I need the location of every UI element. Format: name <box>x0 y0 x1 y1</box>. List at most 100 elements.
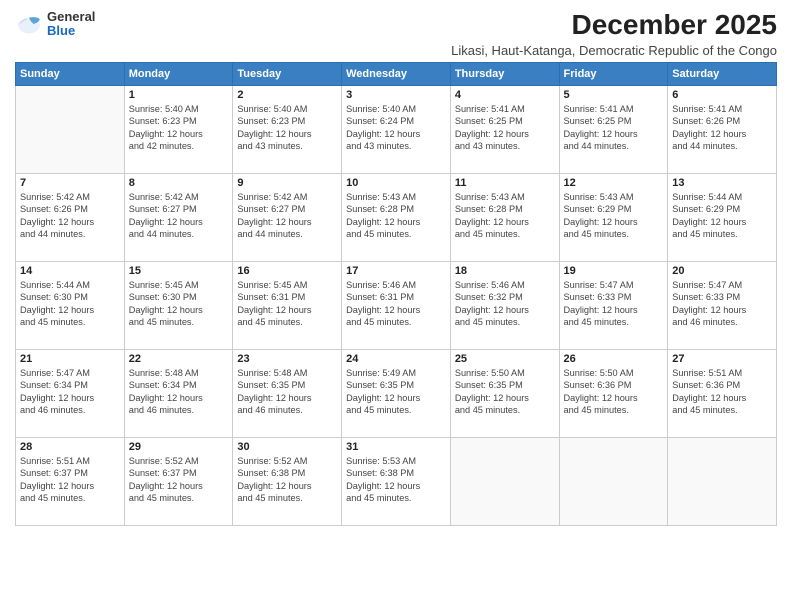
calendar-cell: 13 Sunrise: 5:44 AM Sunset: 6:29 PM Dayli… <box>668 173 777 261</box>
logo-blue: Blue <box>47 23 75 38</box>
day-number: 29 <box>129 441 229 453</box>
day-info: Sunrise: 5:41 AM Sunset: 6:25 PM Dayligh… <box>455 103 555 153</box>
logo-general: General <box>47 9 95 24</box>
col-tuesday: Tuesday <box>233 62 342 85</box>
day-info: Sunrise: 5:50 AM Sunset: 6:35 PM Dayligh… <box>455 367 555 417</box>
day-info: Sunrise: 5:50 AM Sunset: 6:36 PM Dayligh… <box>564 367 664 417</box>
calendar-cell: 11 Sunrise: 5:43 AM Sunset: 6:28 PM Dayli… <box>450 173 559 261</box>
calendar-cell: 29 Sunrise: 5:52 AM Sunset: 6:37 PM Dayli… <box>124 437 233 525</box>
day-info: Sunrise: 5:52 AM Sunset: 6:37 PM Dayligh… <box>129 455 229 505</box>
col-monday: Monday <box>124 62 233 85</box>
day-info: Sunrise: 5:46 AM Sunset: 6:32 PM Dayligh… <box>455 279 555 329</box>
day-number: 13 <box>672 177 772 189</box>
day-number: 23 <box>237 353 337 365</box>
day-number: 30 <box>237 441 337 453</box>
calendar-week-1: 1 Sunrise: 5:40 AM Sunset: 6:23 PM Daylig… <box>16 85 777 173</box>
calendar-cell: 26Sunrise: 5:50 AM Sunset: 6:36 PM Dayli… <box>559 349 668 437</box>
calendar-cell: 9 Sunrise: 5:42 AM Sunset: 6:27 PM Daylig… <box>233 173 342 261</box>
day-info: Sunrise: 5:45 AM Sunset: 6:31 PM Dayligh… <box>237 279 337 329</box>
calendar-cell: 6 Sunrise: 5:41 AM Sunset: 6:26 PM Daylig… <box>668 85 777 173</box>
day-number: 2 <box>237 89 337 101</box>
calendar-cell: 21Sunrise: 5:47 AM Sunset: 6:34 PM Dayli… <box>16 349 125 437</box>
day-number: 20 <box>672 265 772 277</box>
calendar-cell: 15 Sunrise: 5:45 AM Sunset: 6:30 PM Dayli… <box>124 261 233 349</box>
day-number: 22 <box>129 353 229 365</box>
day-info: Sunrise: 5:44 AM Sunset: 6:29 PM Dayligh… <box>672 191 772 241</box>
day-info: Sunrise: 5:42 AM Sunset: 6:27 PM Dayligh… <box>237 191 337 241</box>
day-info: Sunrise: 5:40 AM Sunset: 6:23 PM Dayligh… <box>129 103 229 153</box>
day-info: Sunrise: 5:40 AM Sunset: 6:24 PM Dayligh… <box>346 103 446 153</box>
calendar-cell: 31Sunrise: 5:53 AM Sunset: 6:38 PM Dayli… <box>342 437 451 525</box>
day-info: Sunrise: 5:47 AM Sunset: 6:33 PM Dayligh… <box>564 279 664 329</box>
calendar-cell: 23 Sunrise: 5:48 AM Sunset: 6:35 PM Dayli… <box>233 349 342 437</box>
day-number: 6 <box>672 89 772 101</box>
logo-text: General Blue <box>47 10 95 39</box>
logo-icon <box>15 10 43 38</box>
day-info: Sunrise: 5:49 AM Sunset: 6:35 PM Dayligh… <box>346 367 446 417</box>
day-number: 18 <box>455 265 555 277</box>
calendar-cell: 16 Sunrise: 5:45 AM Sunset: 6:31 PM Dayli… <box>233 261 342 349</box>
col-thursday: Thursday <box>450 62 559 85</box>
day-number: 19 <box>564 265 664 277</box>
calendar-cell: 24 Sunrise: 5:49 AM Sunset: 6:35 PM Dayli… <box>342 349 451 437</box>
day-info: Sunrise: 5:47 AM Sunset: 6:34 PM Dayligh… <box>20 367 120 417</box>
calendar-cell: 12Sunrise: 5:43 AM Sunset: 6:29 PM Dayli… <box>559 173 668 261</box>
calendar-week-3: 14 Sunrise: 5:44 AM Sunset: 6:30 PM Dayli… <box>16 261 777 349</box>
calendar-week-5: 28 Sunrise: 5:51 AM Sunset: 6:37 PM Dayli… <box>16 437 777 525</box>
day-info: Sunrise: 5:48 AM Sunset: 6:35 PM Dayligh… <box>237 367 337 417</box>
col-saturday: Saturday <box>668 62 777 85</box>
calendar-cell <box>16 85 125 173</box>
day-info: Sunrise: 5:43 AM Sunset: 6:29 PM Dayligh… <box>564 191 664 241</box>
logo: General Blue <box>15 10 95 39</box>
day-number: 27 <box>672 353 772 365</box>
day-number: 24 <box>346 353 446 365</box>
title-area: December 2025 Likasi, Haut-Katanga, Demo… <box>451 10 777 58</box>
day-info: Sunrise: 5:51 AM Sunset: 6:37 PM Dayligh… <box>20 455 120 505</box>
month-title: December 2025 <box>451 10 777 41</box>
day-number: 11 <box>455 177 555 189</box>
calendar-cell: 5Sunrise: 5:41 AM Sunset: 6:25 PM Daylig… <box>559 85 668 173</box>
calendar-cell: 22 Sunrise: 5:48 AM Sunset: 6:34 PM Dayli… <box>124 349 233 437</box>
day-number: 4 <box>455 89 555 101</box>
day-info: Sunrise: 5:45 AM Sunset: 6:30 PM Dayligh… <box>129 279 229 329</box>
day-number: 9 <box>237 177 337 189</box>
calendar-cell <box>668 437 777 525</box>
calendar-cell: 17Sunrise: 5:46 AM Sunset: 6:31 PM Dayli… <box>342 261 451 349</box>
calendar-cell <box>450 437 559 525</box>
day-number: 3 <box>346 89 446 101</box>
day-info: Sunrise: 5:47 AM Sunset: 6:33 PM Dayligh… <box>672 279 772 329</box>
calendar-week-4: 21Sunrise: 5:47 AM Sunset: 6:34 PM Dayli… <box>16 349 777 437</box>
day-info: Sunrise: 5:43 AM Sunset: 6:28 PM Dayligh… <box>455 191 555 241</box>
day-number: 15 <box>129 265 229 277</box>
calendar-header-row: Sunday Monday Tuesday Wednesday Thursday… <box>16 62 777 85</box>
calendar-cell: 10 Sunrise: 5:43 AM Sunset: 6:28 PM Dayli… <box>342 173 451 261</box>
day-number: 5 <box>564 89 664 101</box>
day-number: 31 <box>346 441 446 453</box>
calendar-cell: 2 Sunrise: 5:40 AM Sunset: 6:23 PM Daylig… <box>233 85 342 173</box>
page: General Blue December 2025 Likasi, Haut-… <box>0 0 792 612</box>
col-friday: Friday <box>559 62 668 85</box>
col-wednesday: Wednesday <box>342 62 451 85</box>
day-info: Sunrise: 5:48 AM Sunset: 6:34 PM Dayligh… <box>129 367 229 417</box>
day-info: Sunrise: 5:44 AM Sunset: 6:30 PM Dayligh… <box>20 279 120 329</box>
day-info: Sunrise: 5:43 AM Sunset: 6:28 PM Dayligh… <box>346 191 446 241</box>
calendar-week-2: 7Sunrise: 5:42 AM Sunset: 6:26 PM Daylig… <box>16 173 777 261</box>
day-number: 10 <box>346 177 446 189</box>
day-info: Sunrise: 5:41 AM Sunset: 6:26 PM Dayligh… <box>672 103 772 153</box>
day-number: 14 <box>20 265 120 277</box>
calendar-cell: 3 Sunrise: 5:40 AM Sunset: 6:24 PM Daylig… <box>342 85 451 173</box>
day-info: Sunrise: 5:51 AM Sunset: 6:36 PM Dayligh… <box>672 367 772 417</box>
calendar-cell: 20 Sunrise: 5:47 AM Sunset: 6:33 PM Dayli… <box>668 261 777 349</box>
calendar-cell: 18 Sunrise: 5:46 AM Sunset: 6:32 PM Dayli… <box>450 261 559 349</box>
day-number: 16 <box>237 265 337 277</box>
day-info: Sunrise: 5:40 AM Sunset: 6:23 PM Dayligh… <box>237 103 337 153</box>
day-info: Sunrise: 5:42 AM Sunset: 6:26 PM Dayligh… <box>20 191 120 241</box>
calendar-cell: 8Sunrise: 5:42 AM Sunset: 6:27 PM Daylig… <box>124 173 233 261</box>
calendar-cell: 27 Sunrise: 5:51 AM Sunset: 6:36 PM Dayli… <box>668 349 777 437</box>
day-number: 17 <box>346 265 446 277</box>
day-number: 1 <box>129 89 229 101</box>
calendar-cell: 14 Sunrise: 5:44 AM Sunset: 6:30 PM Dayli… <box>16 261 125 349</box>
header: General Blue December 2025 Likasi, Haut-… <box>15 10 777 58</box>
day-number: 25 <box>455 353 555 365</box>
day-number: 28 <box>20 441 120 453</box>
